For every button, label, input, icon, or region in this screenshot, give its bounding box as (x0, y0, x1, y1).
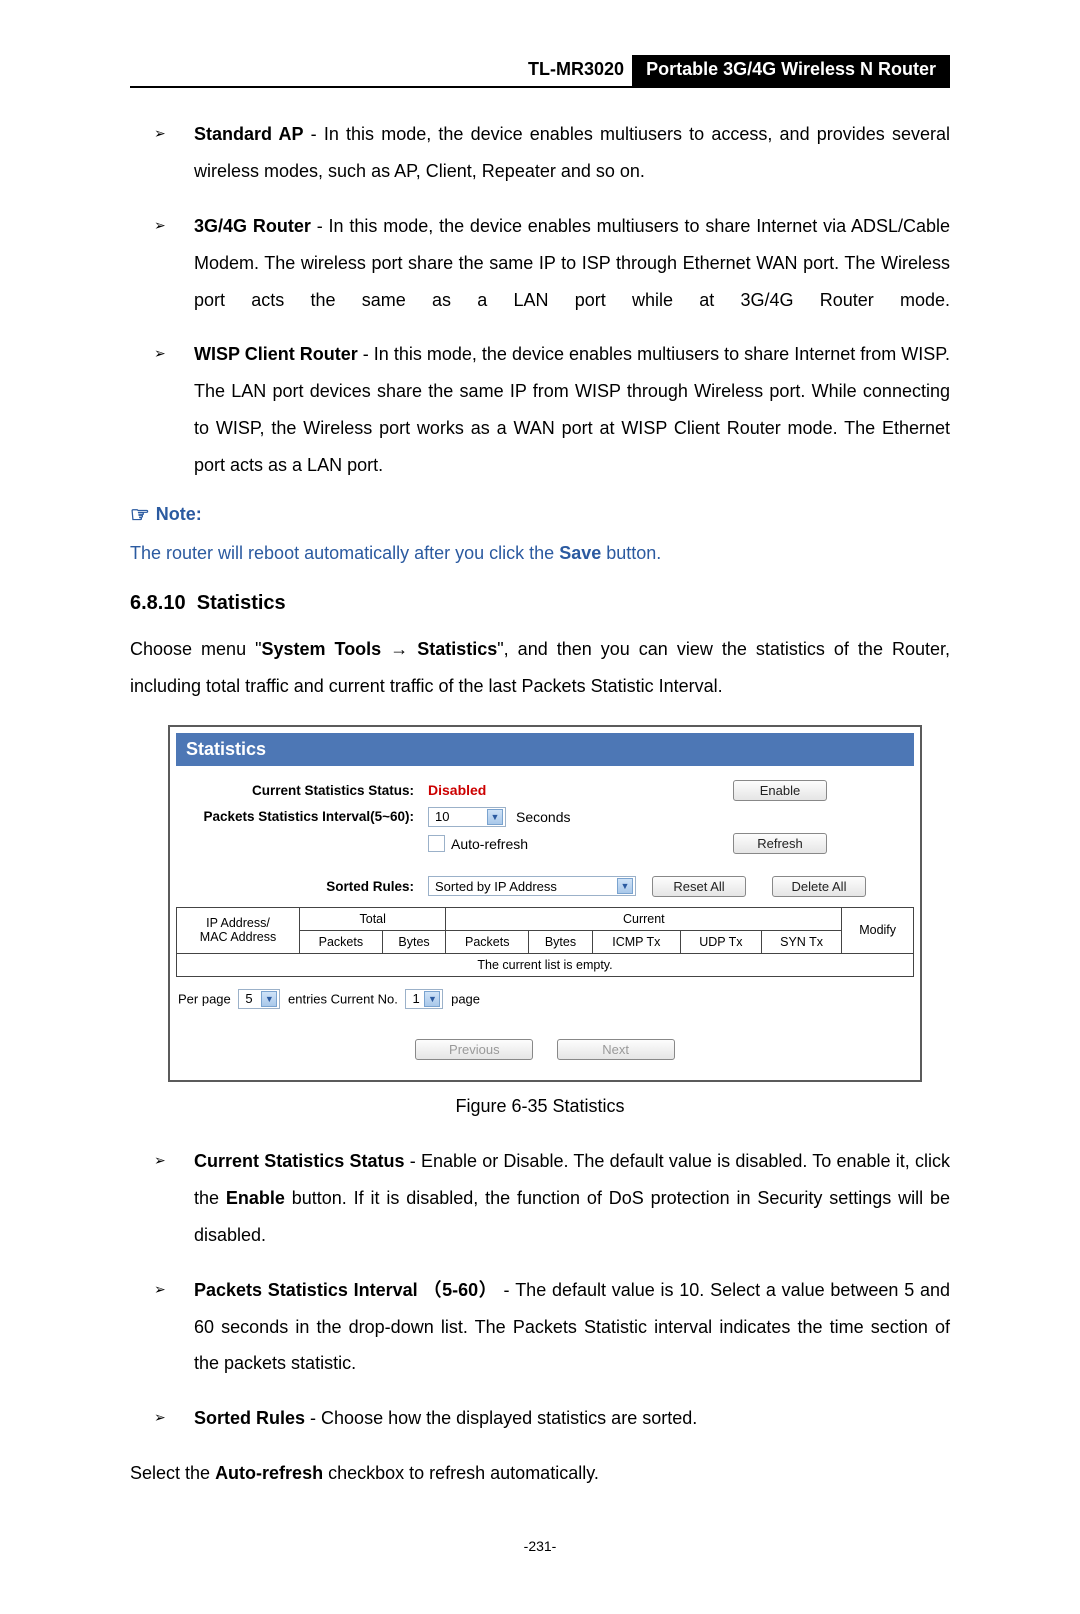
product-name: Portable 3G/4G Wireless N Router (632, 55, 950, 86)
pageno-select[interactable]: 1 ▼ (405, 989, 443, 1009)
col-syn-tx: SYN Tx (761, 930, 841, 953)
panel-title: Statistics (176, 733, 914, 766)
delete-all-button[interactable]: Delete All (772, 876, 866, 897)
pager: Per page 5 ▼ entries Current No. 1 ▼ pag… (170, 983, 920, 1033)
enable-button[interactable]: Enable (733, 780, 827, 801)
status-label: Current Statistics Status: (176, 783, 420, 798)
reset-all-button[interactable]: Reset All (652, 876, 746, 897)
page-header: TL-MR3020 Portable 3G/4G Wireless N Rout… (130, 55, 950, 88)
col-group-current: Current (446, 907, 842, 930)
interval-select[interactable]: 10 ▼ (428, 807, 506, 827)
col-total-packets: Packets (300, 930, 383, 953)
mode-name: Standard AP (194, 124, 304, 144)
note-heading: ☞Note: (130, 502, 950, 528)
statistics-table: IP Address/ MAC Address Total Current Mo… (176, 907, 914, 977)
col-total-bytes: Bytes (382, 930, 446, 953)
note-body: The router will reboot automatically aft… (130, 536, 950, 570)
bullet-sorted-rules: Sorted Rules - Choose how the displayed … (154, 1400, 950, 1437)
chevron-down-icon: ▼ (261, 991, 277, 1007)
col-group-total: Total (300, 907, 446, 930)
mode-name: 3G/4G Router (194, 216, 311, 236)
col-modify: Modify (842, 907, 914, 953)
mode-item-3g4g: 3G/4G Router - In this mode, the device … (154, 208, 950, 319)
col-current-packets: Packets (446, 930, 529, 953)
chevron-down-icon: ▼ (487, 809, 503, 825)
chevron-down-icon: ▼ (424, 991, 440, 1007)
status-value: Disabled (420, 782, 623, 798)
bullet-packets-interval: Packets Statistics Interval （5-60） - The… (154, 1272, 950, 1383)
mode-name: WISP Client Router (194, 344, 358, 364)
col-current-bytes: Bytes (529, 930, 593, 953)
interval-unit: Seconds (506, 809, 570, 825)
section-intro: Choose menu "System Tools → Statistics",… (130, 631, 950, 705)
autorefresh-checkbox[interactable] (428, 835, 445, 852)
autorefresh-label: Auto-refresh (451, 836, 528, 852)
interval-label: Packets Statistics Interval(5~60): (176, 809, 420, 824)
mode-item-standard-ap: Standard AP - In this mode, the device e… (154, 116, 950, 190)
model-number: TL-MR3020 (520, 55, 632, 86)
sorted-select[interactable]: Sorted by IP Address ▼ (428, 876, 636, 896)
col-udp-tx: UDP Tx (680, 930, 761, 953)
figure-caption: Figure 6-35 Statistics (130, 1096, 950, 1117)
sorted-label: Sorted Rules: (176, 879, 420, 894)
previous-button[interactable]: Previous (415, 1039, 533, 1060)
note-icon: ☞ (130, 502, 150, 527)
refresh-button[interactable]: Refresh (733, 833, 827, 854)
explanation-list: Current Statistics Status - Enable or Di… (130, 1143, 950, 1437)
next-button[interactable]: Next (557, 1039, 675, 1060)
page-number: -231- (130, 1538, 950, 1554)
statistics-screenshot: Statistics Current Statistics Status: Di… (168, 725, 922, 1082)
chevron-down-icon: ▼ (617, 878, 633, 894)
mode-list: Standard AP - In this mode, the device e… (130, 116, 950, 484)
tail-paragraph: Select the Auto-refresh checkbox to refr… (130, 1455, 950, 1492)
section-heading: 6.8.10 Statistics (130, 592, 950, 615)
col-ip-mac: IP Address/ MAC Address (177, 907, 300, 953)
bullet-current-status: Current Statistics Status - Enable or Di… (154, 1143, 950, 1254)
mode-item-wisp: WISP Client Router - In this mode, the d… (154, 336, 950, 484)
perpage-select[interactable]: 5 ▼ (238, 989, 280, 1009)
empty-row: The current list is empty. (177, 953, 914, 976)
col-icmp-tx: ICMP Tx (592, 930, 680, 953)
